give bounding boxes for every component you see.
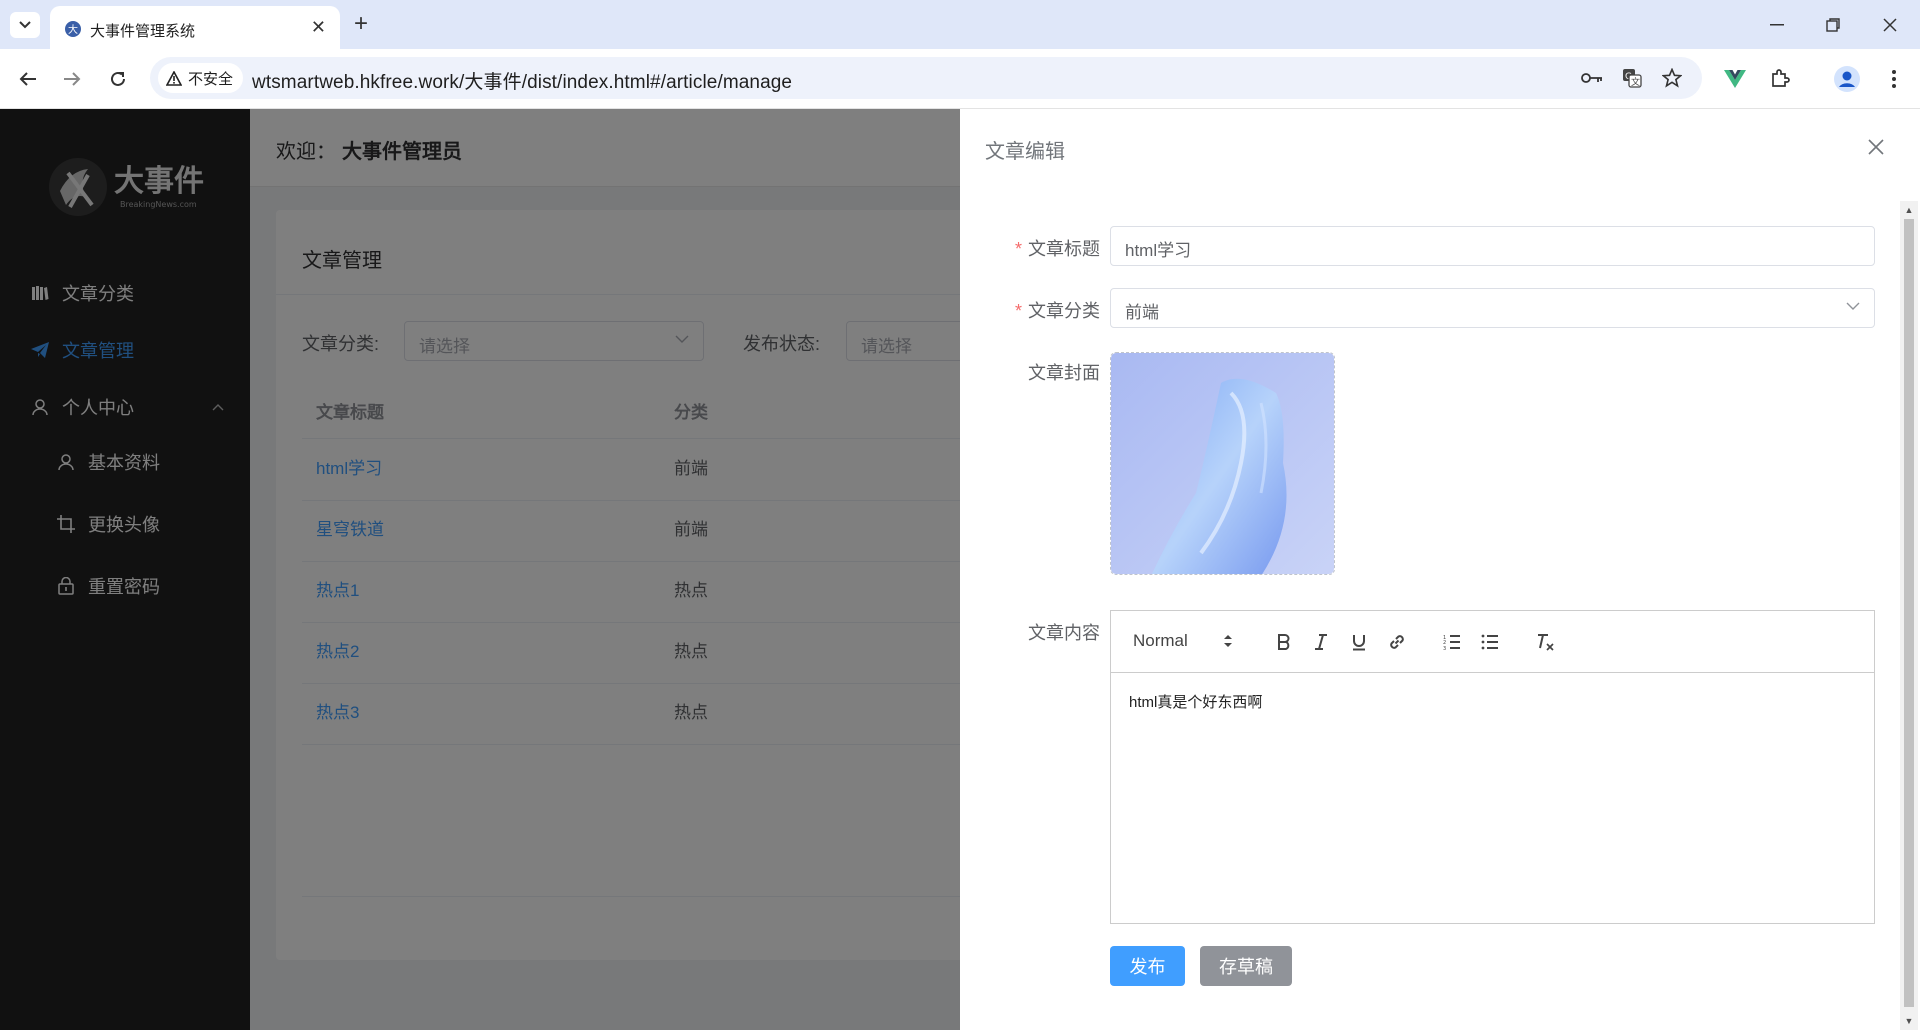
chevron-down-icon	[19, 21, 31, 29]
browser-tab-bar: 大 大事件管理系统 ✕ +	[0, 0, 1920, 49]
arrow-right-icon	[64, 72, 81, 86]
label-article-cover: 文章封面	[1028, 363, 1100, 383]
extensions-puzzle-icon[interactable]	[1765, 64, 1795, 94]
article-category-value: 前端	[1125, 303, 1159, 322]
address-bar[interactable]: 不安全 wtsmartweb.hkfree.work/大事件/dist/inde…	[150, 57, 1702, 99]
underline-icon	[1353, 634, 1365, 650]
minimize-icon	[1770, 24, 1784, 26]
article-title-value: html学习	[1125, 241, 1192, 260]
label-article-category: * 文章分类	[1014, 301, 1100, 321]
bullet-list-icon	[1481, 634, 1498, 650]
cover-image	[1111, 353, 1334, 574]
chevron-down-icon	[1846, 302, 1860, 310]
bold-button[interactable]	[1271, 629, 1297, 655]
reload-button[interactable]	[104, 65, 132, 93]
bullet-list-button[interactable]	[1477, 629, 1503, 655]
drawer-title: 文章编辑	[985, 141, 1065, 163]
clear-format-icon	[1538, 634, 1554, 651]
app-root: 大事件 BreakingNews.com 文章分类 文章管理 个人中心	[0, 109, 1920, 1030]
underline-button[interactable]	[1346, 629, 1372, 655]
bold-icon	[1278, 634, 1290, 650]
back-button[interactable]	[14, 65, 42, 93]
tab-title: 大事件管理系统	[90, 23, 196, 40]
close-tab-icon[interactable]: ✕	[311, 17, 326, 37]
bookmark-star-icon[interactable]	[1660, 66, 1684, 90]
drawer-close-button[interactable]	[1864, 135, 1888, 159]
svg-text:文: 文	[1631, 76, 1640, 88]
cover-upload[interactable]	[1110, 352, 1335, 575]
vue-devtools-icon[interactable]	[1720, 64, 1750, 94]
translate-icon[interactable]: G文	[1620, 66, 1644, 90]
label-article-content: 文章内容	[1028, 623, 1100, 643]
restore-button[interactable]	[1818, 10, 1848, 40]
article-category-select[interactable]: 前端	[1110, 288, 1875, 328]
save-draft-button[interactable]: 存草稿	[1200, 946, 1292, 986]
link-button[interactable]	[1384, 629, 1410, 655]
profile-avatar-icon[interactable]	[1832, 64, 1862, 94]
close-window-button[interactable]	[1875, 10, 1905, 40]
security-label: 不安全	[188, 70, 234, 88]
article-edit-drawer: 文章编辑 * 文章标题 html学习 * 文章分类 前端 文章封面 文章内容 N…	[960, 109, 1920, 1030]
heading-select[interactable]: Normal	[1133, 631, 1233, 655]
url-text[interactable]: wtsmartweb.hkfree.work/大事件/dist/index.ht…	[252, 67, 792, 94]
scroll-thumb[interactable]	[1904, 219, 1914, 1007]
heading-select-value: Normal	[1133, 631, 1188, 650]
svg-text:3: 3	[1443, 646, 1446, 650]
new-tab-button[interactable]: +	[354, 12, 368, 36]
warning-icon	[166, 70, 182, 86]
restore-icon	[1826, 18, 1840, 32]
editor-toolbar: Normal 123	[1111, 611, 1874, 673]
italic-icon	[1315, 634, 1327, 650]
tab-search-button[interactable]	[10, 12, 40, 38]
link-icon	[1390, 635, 1404, 649]
minimize-button[interactable]	[1762, 10, 1792, 40]
italic-button[interactable]	[1308, 629, 1334, 655]
ordered-list-button[interactable]: 123	[1439, 629, 1465, 655]
updown-arrows-icon	[1224, 635, 1232, 647]
favicon-icon: 大	[65, 21, 81, 37]
clear-format-button[interactable]	[1532, 629, 1558, 655]
label-article-title: * 文章标题	[1014, 239, 1100, 259]
drawer-scrollbar[interactable]: ▲ ▼	[1900, 201, 1918, 1030]
password-key-icon[interactable]	[1580, 66, 1604, 90]
svg-text:大: 大	[68, 23, 78, 36]
browser-toolbar: 不安全 wtsmartweb.hkfree.work/大事件/dist/inde…	[0, 49, 1920, 109]
forward-button[interactable]	[58, 65, 86, 93]
close-icon	[1883, 18, 1897, 32]
arrow-left-icon	[19, 72, 36, 86]
close-icon	[1868, 139, 1884, 155]
security-chip[interactable]: 不安全	[158, 63, 244, 93]
scroll-up-icon[interactable]: ▲	[1904, 205, 1914, 215]
rich-text-editor[interactable]: Normal 123 html真是个好东西啊	[1110, 610, 1875, 924]
editor-content[interactable]: html真是个好东西啊	[1129, 691, 1262, 712]
scroll-down-icon[interactable]: ▼	[1904, 1016, 1914, 1026]
reload-icon	[111, 71, 125, 86]
article-title-input[interactable]: html学习	[1110, 226, 1875, 266]
menu-kebab-icon[interactable]	[1879, 64, 1909, 94]
browser-tab-active[interactable]: 大 大事件管理系统 ✕	[50, 6, 340, 49]
publish-button[interactable]: 发布	[1110, 946, 1185, 986]
ordered-list-icon: 123	[1443, 635, 1460, 650]
